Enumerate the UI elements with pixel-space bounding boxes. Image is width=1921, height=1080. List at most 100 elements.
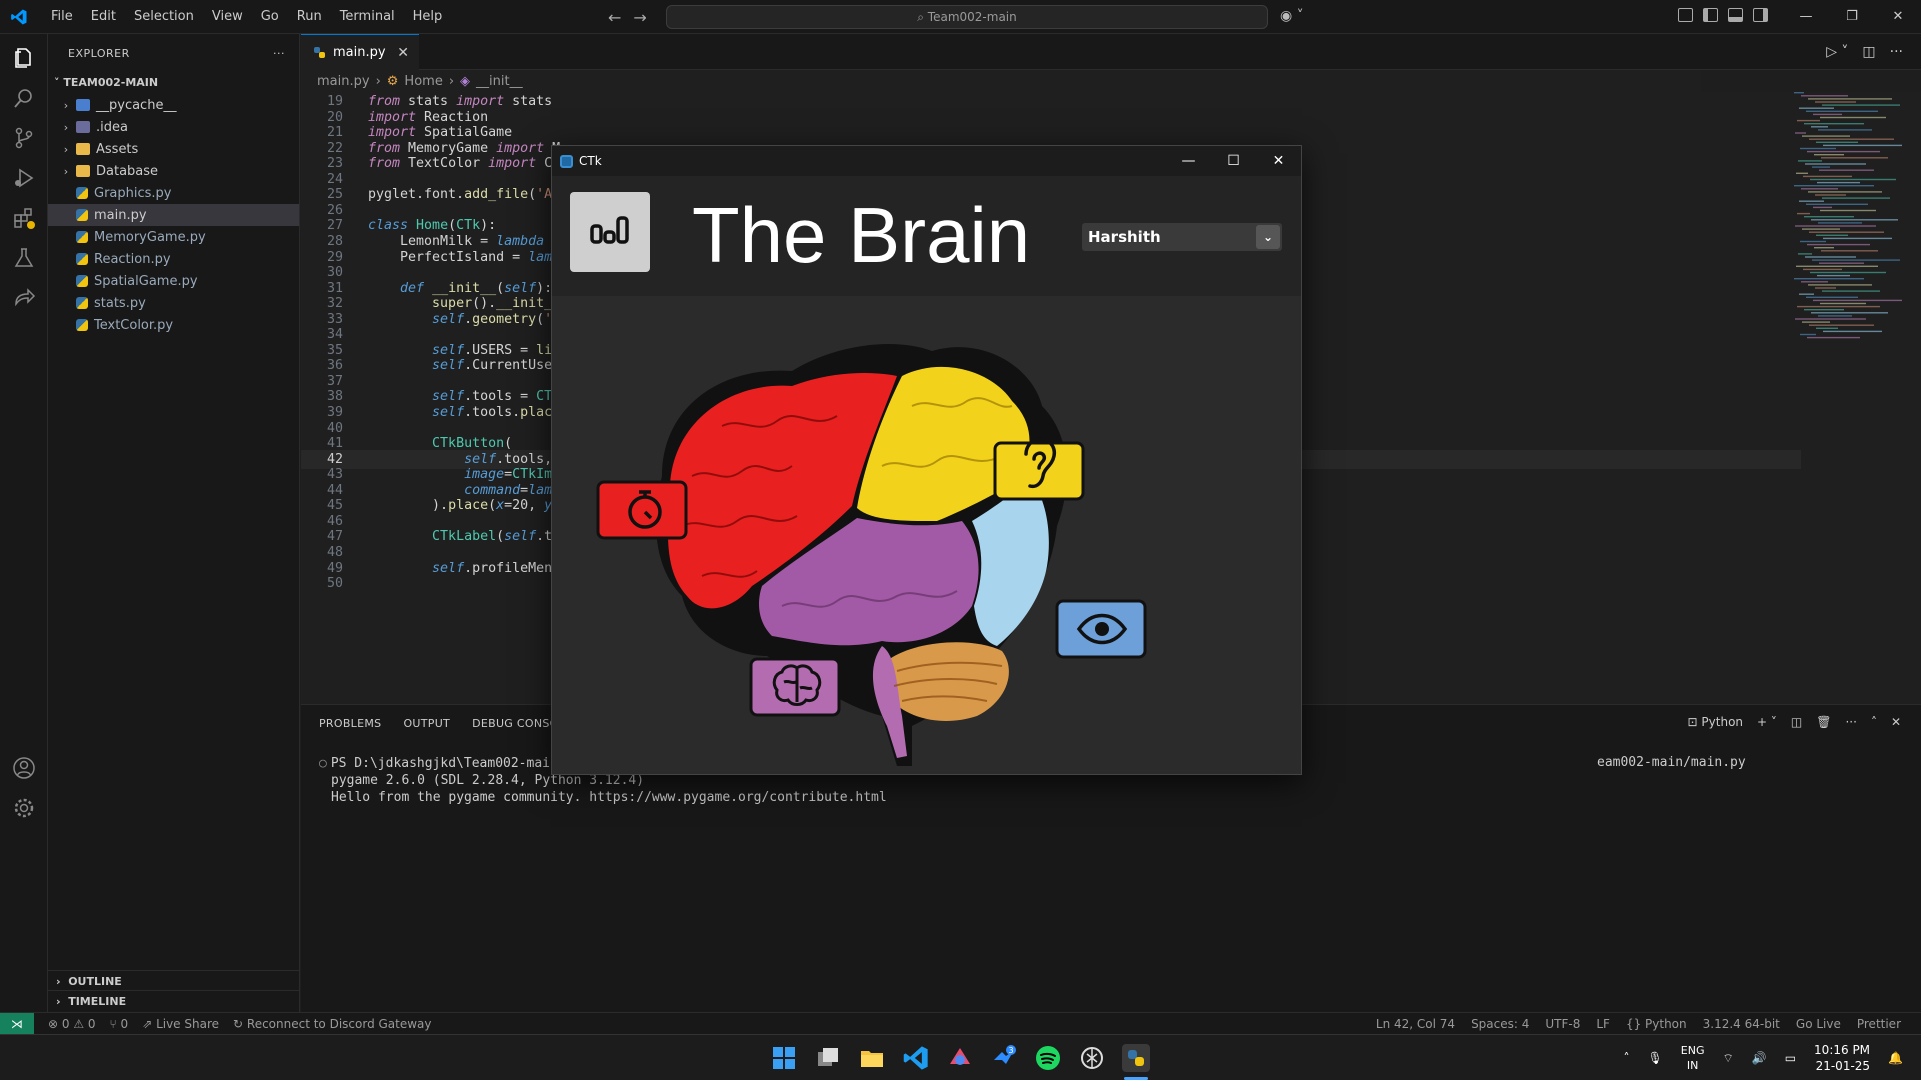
vision-game-button[interactable] (1055, 599, 1147, 659)
tree-item[interactable]: TextColor.py (48, 314, 299, 336)
menu-item-edit[interactable]: Edit (82, 0, 125, 34)
testing-icon[interactable] (12, 246, 36, 270)
toggle-sidebar-icon[interactable] (1703, 8, 1718, 22)
more-actions-icon[interactable]: ··· (273, 47, 285, 60)
new-terminal-icon[interactable]: + ˅ (1757, 715, 1777, 729)
panel-tab-problems[interactable]: PROBLEMS (319, 717, 381, 730)
back-arrow-icon[interactable]: ← (608, 8, 621, 27)
ports-count[interactable]: ⑂ 0 (110, 1017, 129, 1031)
tree-item[interactable]: MemoryGame.py (48, 226, 299, 248)
tab-main-py[interactable]: main.py ✕ (301, 34, 419, 70)
menu-item-file[interactable]: File (42, 0, 82, 34)
timeline-section[interactable]: › TIMELINE (48, 990, 300, 1012)
breadcrumb-class[interactable]: Home (404, 74, 442, 89)
tree-item[interactable]: SpatialGame.py (48, 270, 299, 292)
status-item[interactable]: LF (1596, 1017, 1610, 1031)
status-item[interactable]: Ln 42, Col 74 (1376, 1017, 1455, 1031)
remote-indicator-icon[interactable]: ⋊ (0, 1012, 34, 1035)
close-button[interactable]: ✕ (1875, 0, 1921, 34)
tree-item[interactable]: › Assets (48, 138, 299, 160)
split-terminal-icon[interactable]: ◫ (1791, 715, 1802, 729)
split-editor-icon[interactable]: ◫ (1862, 44, 1875, 60)
menu-item-go[interactable]: Go (252, 0, 288, 34)
run-debug-icon[interactable] (12, 166, 36, 190)
menu-item-view[interactable]: View (203, 0, 252, 34)
tree-item[interactable]: › .idea (48, 116, 299, 138)
language-indicator[interactable]: ENG IN (1681, 1043, 1705, 1073)
stats-button[interactable] (570, 192, 650, 272)
reaction-game-button[interactable] (596, 480, 688, 540)
wifi-icon[interactable]: ⌔ (1722, 1051, 1733, 1066)
status-item[interactable]: UTF-8 (1545, 1017, 1580, 1031)
breadcrumb-file[interactable]: main.py (317, 74, 370, 89)
tray-overflow-icon[interactable]: ˄ (1624, 1051, 1630, 1065)
outline-section[interactable]: › OUTLINE (48, 970, 300, 992)
tree-item[interactable]: main.py (48, 204, 299, 226)
snipping-tool-icon[interactable] (946, 1044, 974, 1072)
panel-tab-output[interactable]: OUTPUT (403, 717, 450, 730)
restore-button[interactable]: ❐ (1829, 0, 1875, 34)
battery-icon[interactable]: ▭ (1785, 1051, 1796, 1065)
tree-item[interactable]: Reaction.py (48, 248, 299, 270)
chatgpt-icon[interactable] (1078, 1044, 1106, 1072)
terminal-shell[interactable]: ⊡ Python (1688, 715, 1743, 729)
volume-icon[interactable]: 🔊 (1752, 1051, 1767, 1065)
settings-gear-icon[interactable] (12, 796, 36, 820)
status-item[interactable]: {} Python (1626, 1017, 1687, 1031)
menu-item-run[interactable]: Run (288, 0, 331, 34)
notification-bell-icon[interactable]: 🔔 (1888, 1051, 1903, 1065)
clock[interactable]: 10:16 PM 21-01-25 (1814, 1042, 1870, 1074)
python-taskbar-icon[interactable] (1122, 1044, 1150, 1072)
kill-terminal-icon[interactable]: 🗑 (1816, 715, 1831, 729)
panel-more-icon[interactable]: ··· (1845, 715, 1856, 729)
live-share-status[interactable]: ⇗ Live Share (142, 1017, 219, 1031)
toggle-secondary-sidebar-icon[interactable] (1753, 8, 1768, 22)
workspace-root[interactable]: ˅ TEAM002-MAIN (48, 72, 299, 94)
menu-item-selection[interactable]: Selection (125, 0, 203, 34)
ctk-maximize-button[interactable]: ☐ (1211, 146, 1256, 176)
memory-game-button[interactable] (749, 657, 841, 717)
source-control-icon[interactable] (12, 126, 36, 150)
discord-status[interactable]: ↻ Reconnect to Discord Gateway (233, 1017, 432, 1031)
microphone-icon[interactable]: 🎙 (1648, 1051, 1663, 1065)
run-python-icon[interactable]: ▷ ˅ (1826, 44, 1848, 60)
forward-arrow-icon[interactable]: → (633, 8, 646, 27)
tree-item[interactable]: › Database (48, 160, 299, 182)
tree-item[interactable]: stats.py (48, 292, 299, 314)
status-item[interactable]: Spaces: 4 (1471, 1017, 1529, 1031)
accounts-icon[interactable] (12, 756, 36, 780)
status-item[interactable]: 3.12.4 64-bit (1703, 1017, 1780, 1031)
problems-count[interactable]: ⊗ 0 ⚠ 0 (48, 1017, 96, 1031)
search-icon[interactable] (12, 86, 36, 110)
tree-item[interactable]: › __pycache__ (48, 94, 299, 116)
toggle-panel-icon[interactable] (1728, 8, 1743, 22)
task-view-icon[interactable] (814, 1044, 842, 1072)
status-item[interactable]: Prettier (1857, 1017, 1901, 1031)
status-item[interactable]: Go Live (1796, 1017, 1841, 1031)
ctk-minimize-button[interactable]: — (1166, 146, 1211, 176)
chevron-down-icon[interactable]: ⌄ (1256, 225, 1280, 249)
extensions-icon[interactable] (12, 206, 36, 230)
customize-layout-icon[interactable] (1678, 8, 1693, 22)
tab-close-icon[interactable]: ✕ (397, 45, 409, 61)
messenger-icon[interactable]: 3 (990, 1044, 1018, 1072)
file-explorer-icon[interactable] (858, 1044, 886, 1072)
live-share-icon[interactable] (12, 286, 36, 310)
minimap[interactable] (1790, 92, 1910, 352)
editor-more-icon[interactable]: ··· (1890, 44, 1903, 60)
spotify-icon[interactable] (1034, 1044, 1062, 1072)
ctk-close-button[interactable]: ✕ (1256, 146, 1301, 176)
profile-dropdown[interactable]: Harshith ⌄ (1082, 223, 1282, 251)
vscode-taskbar-icon[interactable] (902, 1044, 930, 1072)
maximize-panel-icon[interactable]: ˄ (1871, 715, 1877, 729)
minimize-button[interactable]: — (1783, 0, 1829, 34)
menu-item-help[interactable]: Help (404, 0, 452, 34)
close-panel-icon[interactable]: ✕ (1891, 715, 1901, 729)
hearing-game-button[interactable] (993, 437, 1085, 501)
command-center[interactable]: ⌕ Team002-main (666, 5, 1268, 29)
tree-item[interactable]: Graphics.py (48, 182, 299, 204)
menu-item-terminal[interactable]: Terminal (331, 0, 404, 34)
explorer-icon[interactable] (12, 46, 36, 70)
windows-start-icon[interactable] (770, 1044, 798, 1072)
copilot-icon[interactable]: ◉ ˅ (1280, 8, 1304, 24)
